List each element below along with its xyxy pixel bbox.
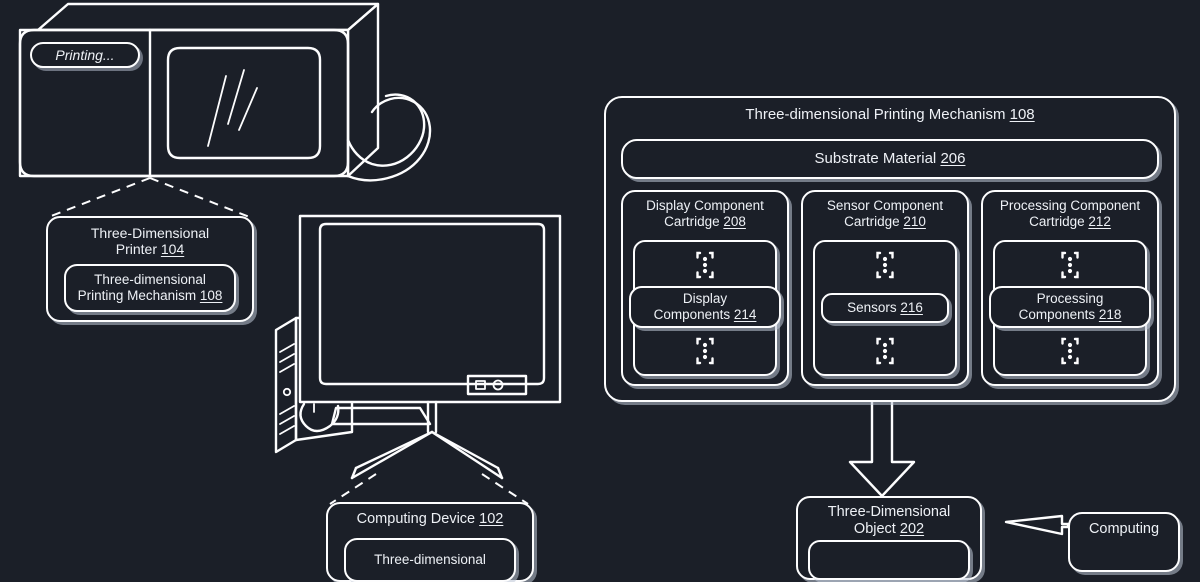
display-cartridge-title: Display Component Cartridge 208 (617, 192, 793, 231)
figure-canvas: .ln{fill:none;stroke:#fdfdfe;stroke-widt… (0, 0, 1200, 582)
display-cartridge-number: 208 (723, 213, 746, 229)
object-box-title-line1: Three-Dimensional (827, 504, 951, 520)
sensor-cartridge-title: Sensor Component Cartridge 210 (797, 192, 973, 231)
leader-printer-callout (45, 177, 253, 219)
computer-illustration (274, 214, 562, 480)
display-components-number: 214 (733, 307, 757, 322)
computing-device-title-text: Computing Device (356, 511, 476, 527)
computing-box-label: Computing (1064, 514, 1184, 540)
computing-box[interactable]: Computing (1068, 512, 1180, 572)
sensors-box[interactable]: Sensors 216 (821, 293, 949, 323)
printing-mechanism-callout-label: Three-dimensional Printing Mechanism 108 (66, 272, 234, 303)
processing-components-number: 218 (1098, 307, 1122, 322)
sensor-cartridge-number: 210 (903, 213, 926, 229)
down-arrow-icon (848, 396, 916, 498)
printer-callout-title: Three-Dimensional Printer 104 (42, 218, 258, 259)
substrate-material-label-text: Substrate Material (814, 150, 937, 168)
computing-device-inner-label: Three-dimensional (346, 552, 514, 568)
printing-mechanism-callout[interactable]: Three-dimensional Printing Mechanism 108 (64, 264, 236, 312)
printer-callout-title-line1: Three-Dimensional (90, 225, 210, 241)
display-components-box[interactable]: Display Components 214 (629, 286, 781, 328)
computing-device-inner-line1: Three-dimensional (374, 552, 486, 568)
processing-cartridge-number: 212 (1088, 213, 1111, 229)
printer-callout-title-line2: Printer (115, 241, 157, 258)
leader-computing-device-callout (329, 473, 529, 505)
sensor-cartridge-title-line1: Sensor Component (826, 198, 944, 213)
computing-device-inner-box[interactable]: Three-dimensional (344, 538, 516, 582)
display-components-line2: Components (653, 307, 731, 322)
printer-illustration (18, 2, 432, 182)
mechanism-panel-title-text: Three-dimensional Printing Mechanism (745, 106, 1006, 123)
display-cartridge-title-line1: Display Component (646, 198, 764, 213)
object-box-number: 202 (899, 520, 925, 537)
vertical-ellipsis-bracket-icon (696, 337, 714, 365)
vertical-ellipsis-bracket-icon (1061, 251, 1079, 279)
display-cartridge-title-line2: Cartridge (664, 213, 720, 229)
computing-device-number: 102 (479, 511, 504, 527)
substrate-material-label: Substrate Material 206 (623, 150, 1157, 167)
object-box-title: Three-Dimensional Object 202 (792, 498, 986, 540)
mechanism-panel-title: Three-dimensional Printing Mechanism 108 (600, 98, 1180, 125)
object-box-title-line2: Object (853, 520, 896, 537)
vertical-ellipsis-bracket-icon (876, 337, 894, 365)
left-arrow-icon (1004, 514, 1070, 536)
processing-cartridge-title: Processing Component Cartridge 212 (977, 192, 1163, 231)
display-components-label: Display Components 214 (631, 291, 779, 322)
processing-components-box[interactable]: Processing Components 218 (989, 286, 1151, 328)
printing-mechanism-line2: Printing Mechanism (77, 288, 197, 303)
processing-components-line1: Processing (1036, 291, 1104, 307)
vertical-ellipsis-bracket-icon (876, 251, 894, 279)
printing-mechanism-line1: Three-dimensional (94, 272, 206, 288)
sensor-cartridge-title-line2: Cartridge (844, 213, 900, 229)
substrate-material-label-number: 206 (940, 150, 966, 168)
vertical-ellipsis-bracket-icon (696, 251, 714, 279)
sensors-label-number: 216 (900, 300, 923, 316)
mechanism-panel-title-number: 108 (1009, 106, 1035, 123)
printing-mechanism-number: 108 (199, 288, 223, 303)
processing-components-label: Processing Components 218 (991, 291, 1149, 322)
object-inner-box[interactable] (808, 540, 970, 580)
substrate-material-box[interactable]: Substrate Material 206 (621, 139, 1159, 179)
sensors-label-text: Sensors (847, 300, 897, 316)
processing-cartridge-title-line1: Processing Component (999, 198, 1141, 213)
computing-device-callout-title: Computing Device 102 (322, 504, 538, 530)
printing-status-pill[interactable]: Printing... (30, 42, 140, 68)
computing-box-label-text: Computing (1088, 521, 1160, 537)
sensors-label: Sensors 216 (823, 300, 947, 316)
vertical-ellipsis-bracket-icon (1061, 337, 1079, 365)
processing-cartridge-title-line2: Cartridge (1029, 213, 1085, 229)
printer-callout-number: 104 (160, 241, 185, 258)
processing-components-line2: Components (1018, 307, 1096, 322)
printing-status-text: Printing... (55, 47, 115, 63)
display-components-line1: Display (682, 291, 728, 307)
